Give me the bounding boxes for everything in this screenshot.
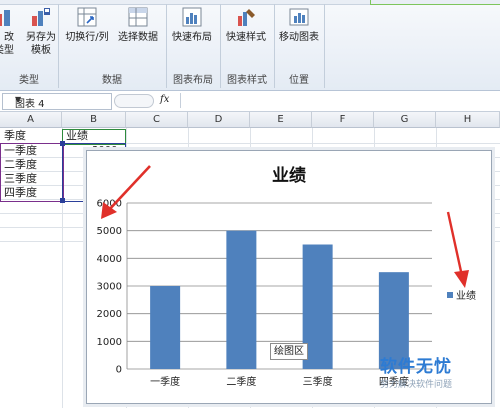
quick-layout-button[interactable]: 快速布局 bbox=[168, 6, 216, 44]
switch-row-column-label: 切换行/列 bbox=[65, 32, 109, 43]
formula-controls bbox=[114, 94, 154, 108]
y-tick-label: 3000 bbox=[97, 282, 122, 293]
switch-row-column-icon bbox=[77, 7, 97, 27]
insert-function-icon[interactable]: fx bbox=[160, 94, 169, 105]
annotation-arrow-left bbox=[101, 165, 151, 219]
group-location-label: 位置 bbox=[289, 75, 309, 86]
plot-area-tooltip: 绘图区 bbox=[270, 343, 308, 360]
move-chart-button[interactable]: 移动图表 bbox=[275, 6, 323, 44]
save-as-template-button[interactable]: 另存为 模板 bbox=[24, 6, 58, 57]
range-handle[interactable] bbox=[60, 198, 65, 203]
group-chart-layout-label: 图表布局 bbox=[173, 75, 213, 86]
y-tick-label: 5000 bbox=[97, 226, 122, 237]
chevron-down-icon[interactable]: ▼ bbox=[15, 95, 107, 104]
category-range-highlight bbox=[0, 143, 64, 202]
quick-layout-icon bbox=[182, 7, 202, 27]
quick-layout-label: 快速布局 bbox=[172, 32, 212, 43]
column-header-a[interactable]: A bbox=[0, 112, 62, 128]
column-header-h[interactable]: H bbox=[436, 112, 500, 128]
select-data-label: 选择数据 bbox=[118, 32, 158, 43]
x-tick-label: 二季度 bbox=[226, 375, 256, 388]
quick-style-label: 快速样式 bbox=[226, 32, 266, 43]
range-handle[interactable] bbox=[60, 141, 65, 146]
watermark: 软件无忧 努力解决软件问题 bbox=[380, 352, 500, 390]
select-data-icon bbox=[128, 7, 148, 27]
group-type-label: 类型 bbox=[19, 75, 39, 86]
cell-a1[interactable]: 季度 bbox=[4, 129, 26, 143]
move-chart-label: 移动图表 bbox=[279, 32, 319, 43]
x-tick-label: 一季度 bbox=[150, 375, 180, 388]
switch-row-column-button[interactable]: 切换行/列 bbox=[64, 6, 110, 44]
x-tick-label: 三季度 bbox=[303, 375, 333, 388]
select-data-button[interactable]: 选择数据 bbox=[114, 6, 162, 44]
bar[interactable] bbox=[150, 286, 181, 369]
watermark-title: 软件无忧 bbox=[380, 357, 452, 377]
save-as-template-icon bbox=[32, 8, 50, 26]
legend-swatch bbox=[447, 292, 453, 298]
y-tick-label: 0 bbox=[116, 365, 122, 376]
annotation-arrow-right bbox=[446, 211, 469, 288]
column-header-f[interactable]: F bbox=[312, 112, 374, 128]
column-header-e[interactable]: E bbox=[250, 112, 312, 128]
change-chart-type-icon bbox=[0, 10, 10, 26]
legend-label: 业绩 bbox=[456, 289, 476, 302]
group-chart-style-label: 图表样式 bbox=[227, 75, 267, 86]
column-header-c[interactable]: C bbox=[126, 112, 188, 128]
quick-style-button[interactable]: 快速样式 bbox=[222, 6, 270, 44]
y-tick-label: 2000 bbox=[97, 309, 122, 320]
ribbon-highlight bbox=[370, 0, 500, 5]
watermark-subtitle: 努力解决软件问题 bbox=[380, 380, 453, 390]
name-box[interactable]: 图表 4 ▼ bbox=[2, 93, 112, 110]
move-chart-icon bbox=[289, 8, 309, 26]
column-header-d[interactable]: D bbox=[188, 112, 250, 128]
group-data-label: 数据 bbox=[102, 75, 122, 86]
y-tick-label: 4000 bbox=[97, 254, 122, 265]
change-chart-type-button[interactable]: 改类型 bbox=[0, 6, 14, 57]
bar[interactable] bbox=[226, 230, 257, 369]
column-header-b[interactable]: B bbox=[62, 112, 126, 128]
quick-style-icon bbox=[238, 9, 255, 26]
ribbon: 类型 数据 图表布局 图表样式 位置 改类型 另存为模板 切换行/列 选择数据 … bbox=[0, 0, 500, 91]
y-tick-label: 1000 bbox=[97, 337, 122, 348]
formula-bar: 图表 4 ▼ fx bbox=[0, 91, 500, 112]
formula-input[interactable] bbox=[180, 93, 499, 108]
column-header-g[interactable]: G bbox=[374, 112, 436, 128]
